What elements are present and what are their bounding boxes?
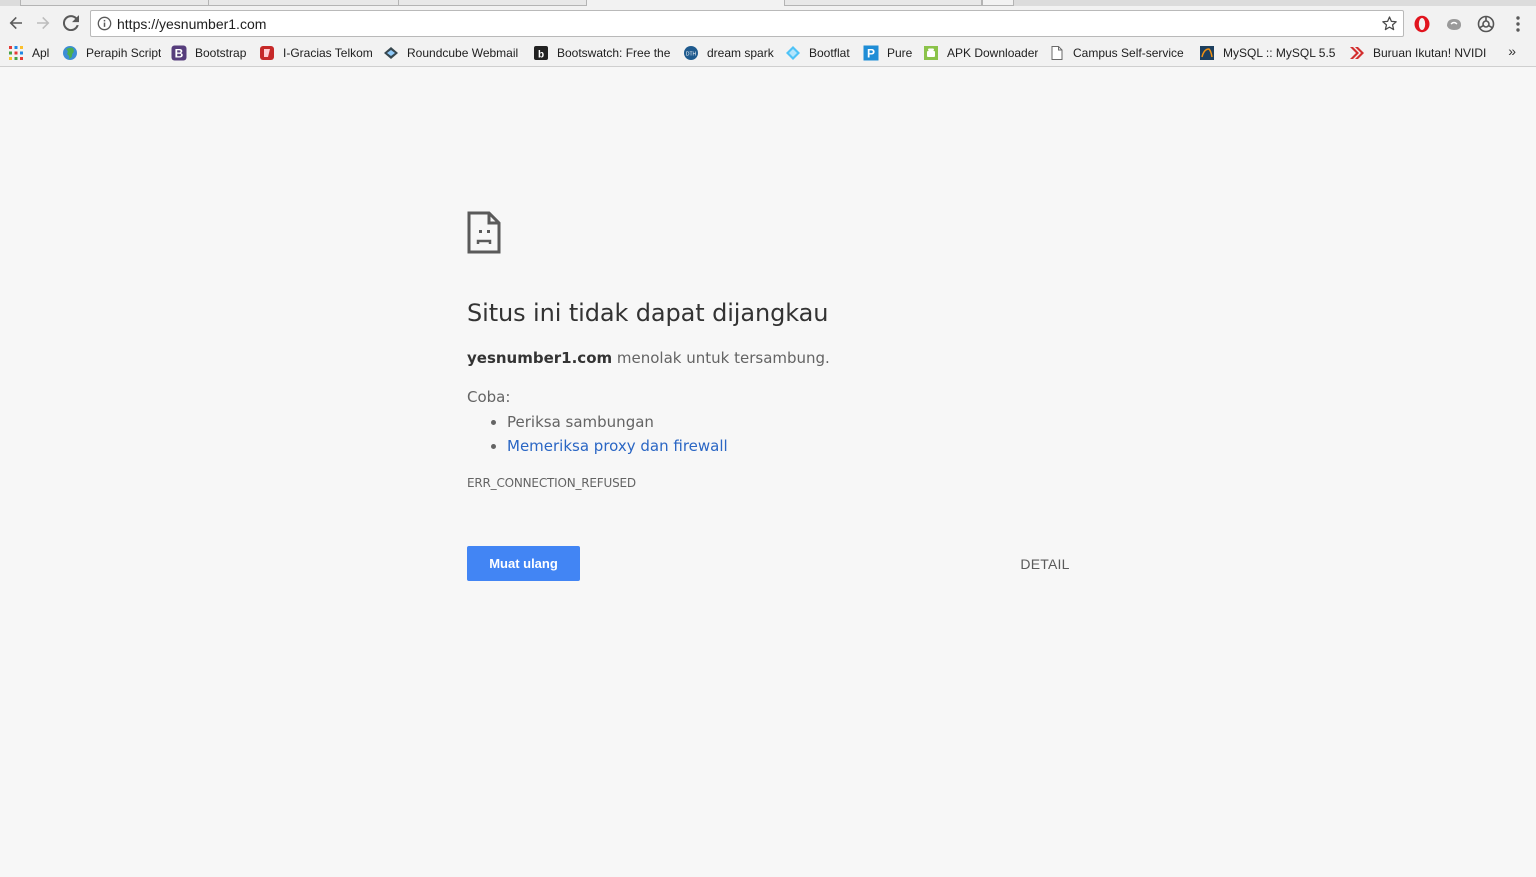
bookmark-roundcube[interactable]: Roundcube Webmail: [383, 44, 521, 62]
extension-icon: [1447, 19, 1461, 30]
bookmark-label: Bootswatch: Free the: [557, 46, 671, 60]
apps-grid-icon: [8, 45, 24, 61]
error-host: yesnumber1.com: [467, 349, 613, 367]
page-icon: [1049, 45, 1065, 61]
star-icon[interactable]: [1381, 15, 1398, 32]
svg-text:P: P: [867, 47, 875, 61]
bookmark-apk-downloader[interactable]: APK Downloader: [923, 44, 1041, 62]
forward-button[interactable]: [31, 11, 55, 35]
bookmark-label: Bootflat: [809, 46, 850, 60]
error-description: yesnumber1.com menolak untuk tersambung.: [467, 349, 830, 367]
bookmark-label: Pure: [887, 46, 913, 60]
dreamspark-icon: DTH: [683, 45, 699, 61]
bookmark-label: Campus Self-service: [1073, 46, 1184, 60]
back-arrow-icon: [9, 16, 22, 30]
android-icon: [923, 45, 939, 61]
bootstrap-b-icon: B: [171, 45, 187, 61]
bookmark-campus-self-service[interactable]: Campus Self-service: [1049, 44, 1187, 62]
bookmark-label: Bootstrap: [195, 46, 247, 60]
bootswatch-icon: b: [533, 45, 549, 61]
error-page: Situs ini tidak dapat dijangkau yesnumbe…: [0, 68, 1536, 877]
svg-text:b: b: [538, 50, 544, 61]
opera-extension-button[interactable]: [1412, 14, 1432, 34]
back-button[interactable]: [4, 11, 28, 35]
bookmark-label: Roundcube Webmail: [407, 46, 519, 60]
globe-icon: [62, 45, 78, 61]
svg-text:B: B: [175, 47, 184, 61]
reload-button[interactable]: [59, 11, 83, 35]
details-button[interactable]: DETAIL: [1010, 551, 1080, 577]
nvidia-chevron-icon: [1349, 45, 1365, 61]
suggestion-check-proxy-firewall-link[interactable]: Memeriksa proxy dan firewall: [507, 437, 728, 455]
url-text[interactable]: https://yesnumber1.com: [117, 16, 266, 32]
info-icon[interactable]: [97, 16, 112, 31]
roundcube-icon: [383, 45, 399, 61]
more-vertical-icon: [1516, 16, 1520, 32]
error-title: Situs ini tidak dapat dijangkau: [467, 299, 829, 327]
reload-icon: [63, 15, 79, 31]
sad-page-icon: [467, 211, 501, 254]
bookmark-dream-spark[interactable]: DTH dream spark: [683, 44, 777, 62]
suggestions-list: Periksa sambungan Memeriksa proxy dan fi…: [467, 410, 728, 458]
bookmark-label: APK Downloader: [947, 46, 1039, 60]
pure-p-icon: P: [863, 45, 879, 61]
bookmark-label: dream spark: [707, 46, 774, 60]
browser-toolbar: https://yesnumber1.com: [0, 6, 1536, 40]
bootflat-icon: [785, 45, 801, 61]
bookmark-label: I-Gracias Telkom: [283, 46, 373, 60]
bookmark-apps[interactable]: Apl: [8, 44, 52, 62]
svg-text:DTH: DTH: [686, 52, 697, 58]
chrome-extension-icon: [1477, 15, 1495, 33]
bookmark-buruan-ikutan-nvidia[interactable]: Buruan Ikutan! NVIDI: [1349, 44, 1487, 62]
igracias-icon: [259, 45, 275, 61]
bookmark-bootstrap[interactable]: B Bootstrap: [171, 44, 253, 62]
chrome-extension-button[interactable]: [1476, 14, 1496, 34]
extension-button[interactable]: [1444, 14, 1464, 34]
browser-menu-button[interactable]: [1508, 14, 1528, 34]
bookmark-label: Apl: [32, 46, 50, 60]
suggestion-item: Memeriksa proxy dan firewall: [507, 434, 728, 458]
bookmark-label: Perapih Script: [86, 46, 162, 60]
bookmark-perapih-script[interactable]: Perapih Script: [62, 44, 164, 62]
bookmark-pure[interactable]: P Pure: [863, 44, 915, 62]
forward-arrow-icon: [37, 16, 50, 30]
error-code: ERR_CONNECTION_REFUSED: [467, 476, 636, 490]
bookmark-label: MySQL :: MySQL 5.5: [1223, 46, 1336, 60]
bookmarks-overflow-button[interactable]: »: [1508, 43, 1516, 59]
suggestion-check-connection: Periksa sambungan: [507, 413, 654, 431]
bookmark-bootswatch[interactable]: b Bootswatch: Free the: [533, 44, 671, 62]
address-bar[interactable]: https://yesnumber1.com: [90, 10, 1404, 37]
suggestions-heading: Coba:: [467, 388, 511, 406]
bookmark-igracias-telkom[interactable]: I-Gracias Telkom: [259, 44, 375, 62]
reload-page-button[interactable]: Muat ulang: [467, 546, 580, 581]
mysql-icon: [1199, 45, 1215, 61]
bookmark-mysql[interactable]: MySQL :: MySQL 5.5: [1199, 44, 1337, 62]
bookmark-bootflat[interactable]: Bootflat: [785, 44, 855, 62]
error-description-text: menolak untuk tersambung.: [612, 349, 830, 367]
bookmarks-bar: Apl Perapih Script B Bootstrap I-Gracias…: [0, 40, 1536, 67]
opera-icon: [1414, 15, 1430, 33]
suggestion-item: Periksa sambungan: [507, 410, 728, 434]
bookmark-label: Buruan Ikutan! NVIDI: [1373, 46, 1487, 60]
